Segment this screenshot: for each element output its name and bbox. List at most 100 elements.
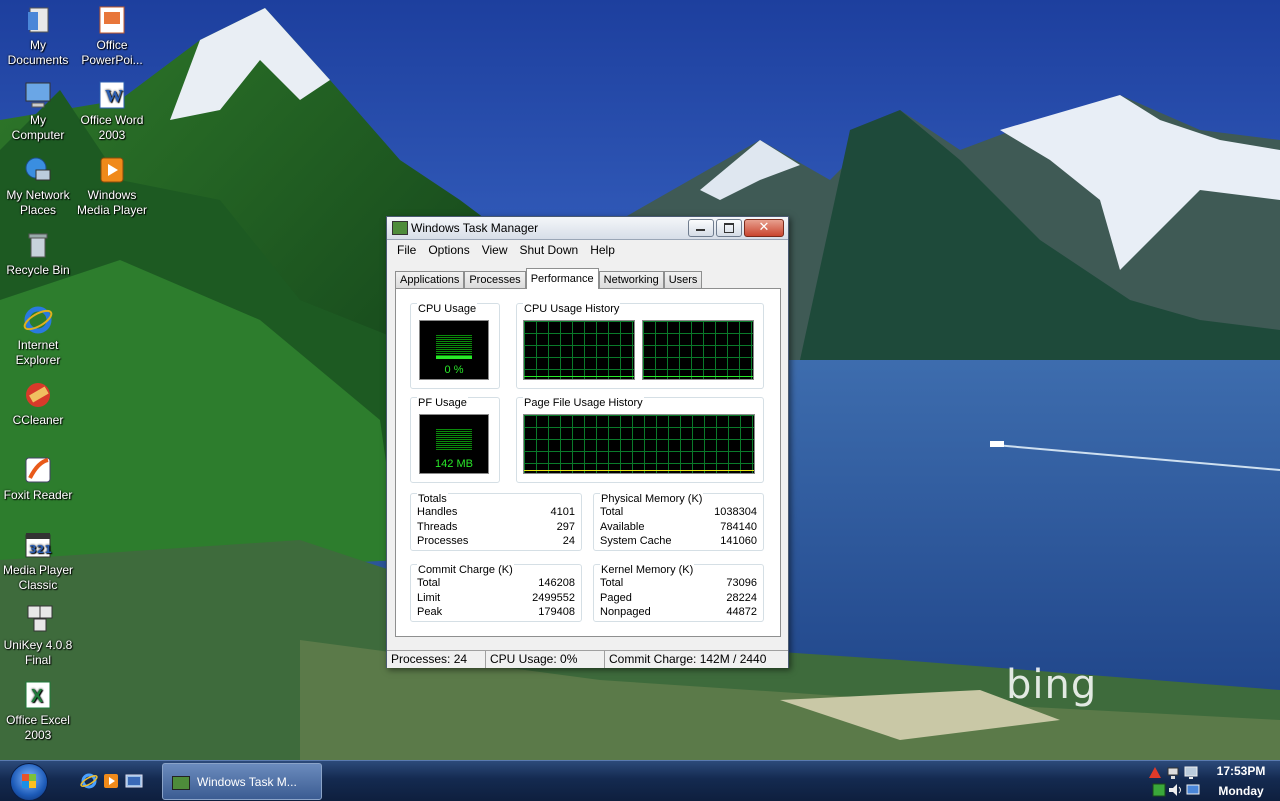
quick-launch-show-desktop[interactable]	[125, 772, 143, 790]
cpu-usage-label: CPU Usage	[417, 303, 478, 315]
stat-value: 784140	[720, 521, 757, 533]
stat-value: 1038304	[714, 506, 757, 518]
cpu-usage-meter: 0 %	[419, 320, 489, 380]
tray-display-icon[interactable]	[1186, 783, 1200, 797]
desktop-icon-label: Media Player Classic	[2, 563, 74, 592]
desktop-icon-unikey[interactable]: UniKey 4.0.8 Final	[0, 604, 76, 668]
stat-value: 141060	[720, 535, 757, 547]
stat-row-limit: Limit 2499552	[417, 592, 575, 606]
title-bar[interactable]: Windows Task Manager ✕	[387, 217, 788, 240]
quick-launch-media-player[interactable]	[102, 772, 120, 790]
menu-shut-down[interactable]: Shut Down	[514, 243, 585, 257]
pf-history-label: Page File Usage History	[523, 397, 644, 409]
desktop-icon-powerpoint[interactable]: Office PowerPoi...	[74, 4, 150, 68]
pf-history-group: Page File Usage History	[516, 397, 764, 483]
tab-networking[interactable]: Networking	[598, 271, 664, 288]
quick-launch-internet-explorer[interactable]	[80, 772, 98, 790]
kernel-memory-label: Kernel Memory (K)	[600, 564, 695, 576]
desktop-icon-recycle-bin[interactable]: Recycle Bin	[0, 229, 76, 278]
cpu-usage-group: CPU Usage 0 %	[410, 303, 500, 389]
tab-performance[interactable]: Performance	[525, 268, 599, 289]
stat-row-system-cache: System Cache 141060	[600, 535, 757, 549]
stat-name: Nonpaged	[600, 606, 651, 618]
desktop-icon-foxit-reader[interactable]: Foxit Reader	[0, 454, 76, 503]
task-manager-window[interactable]: Windows Task Manager ✕ File Options View…	[386, 216, 789, 668]
svg-text:321: 321	[29, 543, 52, 556]
tab-strip: Applications Processes Performance Netwo…	[395, 266, 703, 289]
pf-history-line	[524, 470, 754, 471]
stat-row-processes: Processes 24	[417, 535, 575, 549]
stat-name: Peak	[417, 606, 443, 618]
desktop-icon-my-documents[interactable]: My Documents	[0, 4, 76, 68]
status-cpu-usage: CPU Usage: 0%	[486, 651, 605, 668]
windows-logo-icon-lower	[22, 781, 36, 788]
stat-value: 146208	[538, 577, 575, 589]
totals-label: Totals	[417, 493, 448, 505]
desktop-icon-excel[interactable]: X Office Excel 2003	[0, 679, 76, 743]
desktop-icon-label: My Documents	[7, 38, 69, 67]
taskbar-button-task-manager[interactable]: Windows Task M...	[162, 763, 322, 800]
cpu-history-label: CPU Usage History	[523, 303, 621, 315]
start-button[interactable]	[10, 763, 48, 801]
stat-value: 2499552	[532, 592, 575, 604]
cpu-history-graph-2	[642, 320, 754, 380]
desktop-icon-my-computer[interactable]: My Computer	[0, 79, 76, 143]
desktop-icon-label: Foxit Reader	[3, 488, 73, 502]
close-button[interactable]: ✕	[744, 219, 784, 237]
stat-name: Handles	[417, 506, 458, 518]
menu-options[interactable]: Options	[422, 243, 475, 257]
clock[interactable]: 17:53PM Monday	[1206, 761, 1276, 801]
desktop-icon-word[interactable]: W Office Word 2003	[74, 79, 150, 143]
stat-name: Paged	[600, 592, 632, 604]
stat-row-total: Total 73096	[600, 577, 757, 591]
tray-app-icon[interactable]	[1148, 766, 1162, 780]
desktop-icon-label: CCleaner	[12, 413, 64, 427]
stat-value: 44872	[726, 606, 757, 618]
pf-usage-meter: 142 MB	[419, 414, 489, 474]
desktop-icon-label: My Network Places	[6, 188, 70, 217]
tray-monitor-icon[interactable]	[1184, 766, 1198, 780]
svg-text:X: X	[31, 686, 43, 706]
my-documents-icon	[22, 4, 54, 36]
task-manager-icon	[172, 776, 190, 790]
tab-applications[interactable]: Applications	[395, 271, 465, 288]
menu-help[interactable]: Help	[584, 243, 621, 257]
menu-file[interactable]: File	[391, 243, 422, 257]
pf-usage-label: PF Usage	[417, 397, 468, 409]
maximize-icon	[724, 223, 734, 233]
stat-name: Limit	[417, 592, 441, 604]
stat-row-handles: Handles 4101	[417, 506, 575, 520]
desktop-icon-label: Windows Media Player	[76, 188, 148, 217]
pf-usage-value: 142 MB	[435, 458, 473, 470]
minimize-button[interactable]	[688, 219, 714, 237]
stat-name: Processes	[417, 535, 469, 547]
desktop-icon-label: Office Excel 2003	[6, 713, 70, 742]
tab-users[interactable]: Users	[663, 271, 703, 288]
maximize-button[interactable]	[716, 219, 742, 237]
tray-network-icon[interactable]	[1166, 766, 1180, 780]
status-processes: Processes: 24	[387, 651, 486, 668]
stat-name: Total	[417, 577, 441, 589]
internet-explorer-icon	[80, 773, 98, 789]
tab-processes[interactable]: Processes	[464, 271, 526, 288]
desktop-icon-ccleaner[interactable]: CCleaner	[0, 379, 76, 428]
cpu-history-group: CPU Usage History	[516, 303, 764, 389]
status-bar: Processes: 24 CPU Usage: 0% Commit Charg…	[387, 650, 788, 668]
volume-icon[interactable]	[1168, 783, 1182, 797]
stat-row-paged: Paged 28224	[600, 592, 757, 606]
tray-security-icon[interactable]	[1152, 783, 1166, 797]
desktop-icon-internet-explorer[interactable]: Internet Explorer	[0, 304, 76, 368]
stat-row-total: Total 1038304	[600, 506, 757, 520]
desktop-icon-label: UniKey 4.0.8 Final	[3, 638, 73, 667]
menu-view[interactable]: View	[476, 243, 514, 257]
powerpoint-icon	[96, 4, 128, 36]
foxit-reader-icon	[22, 454, 54, 486]
commit-charge-group: Commit Charge (K) Total 146208 Limit 24995…	[410, 564, 582, 622]
desktop-icon-network-places[interactable]: My Network Places	[0, 154, 76, 218]
ccleaner-icon	[22, 379, 54, 411]
cpu-meter-fill	[436, 356, 472, 359]
desktop-icon-media-player-classic[interactable]: 321 Media Player Classic	[0, 529, 76, 593]
taskbar: Windows Task M... 17:53PM Monday	[0, 760, 1280, 801]
desktop-icon-media-player[interactable]: Windows Media Player	[74, 154, 150, 218]
window-title: Windows Task Manager	[411, 221, 539, 235]
